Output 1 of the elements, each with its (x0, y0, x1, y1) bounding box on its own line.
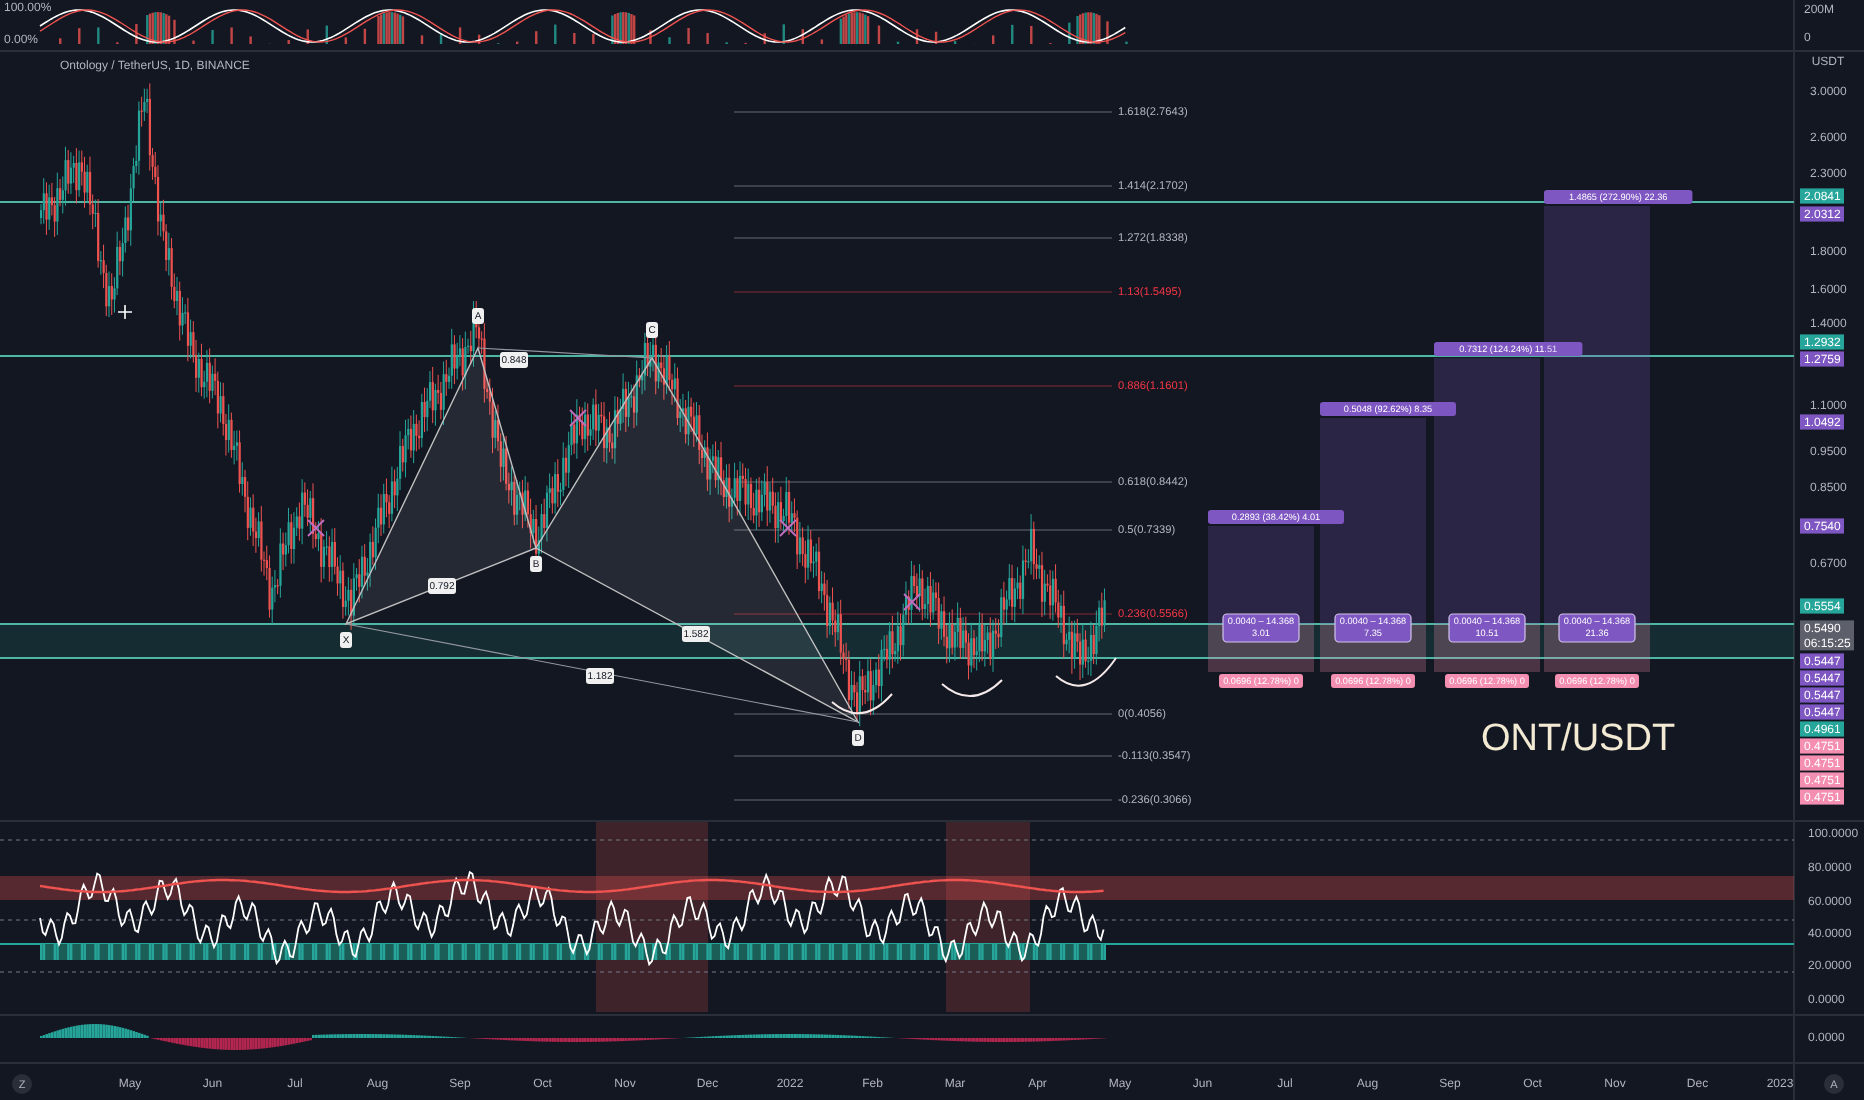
chart-text: ONT/USDT (1480, 718, 1676, 761)
